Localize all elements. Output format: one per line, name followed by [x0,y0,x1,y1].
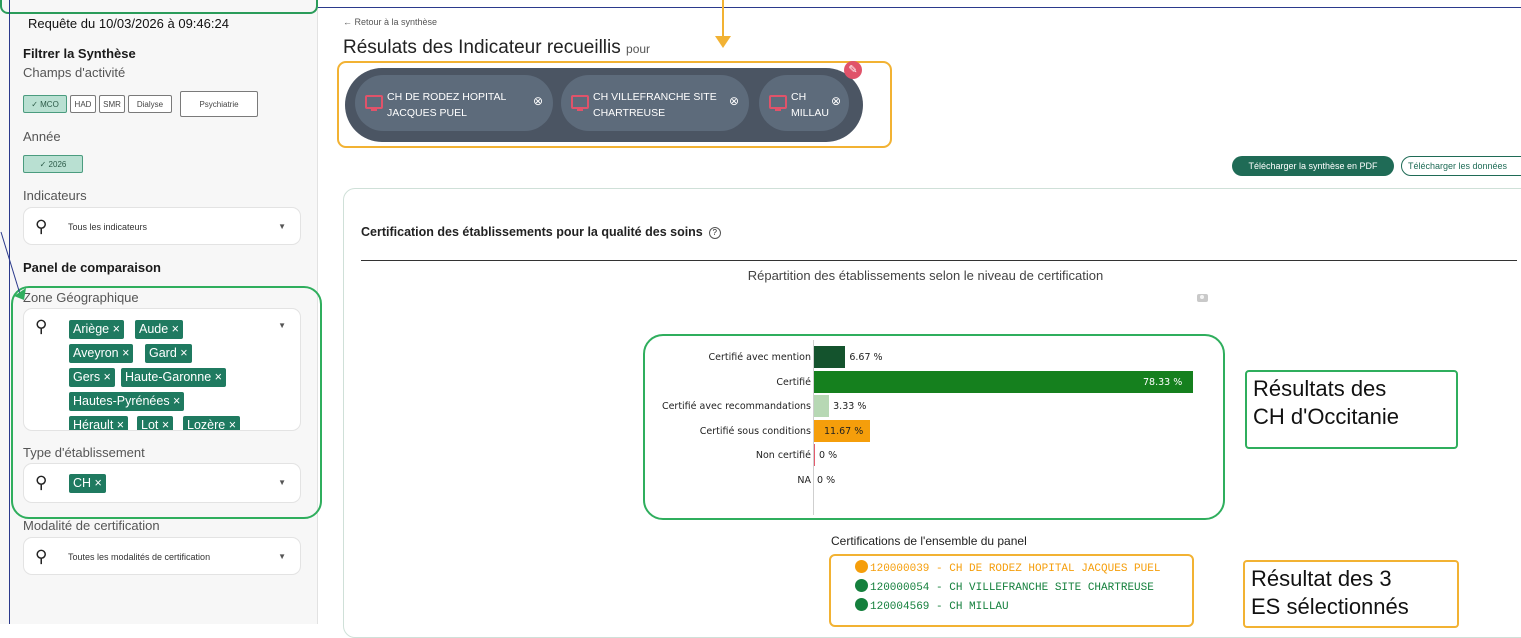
callout-text: Résultat des 3 [1251,566,1392,591]
establishment-name: CH MILLAU [791,91,829,119]
certification-modality-select[interactable]: ⚲ Toutes les modalités de certification … [23,537,301,575]
monitor-icon [365,95,383,111]
status-dot [855,598,868,611]
callout-text: Résultats des [1253,376,1387,401]
annotation-arrow-green [0,231,26,300]
panel-highlight-frame [11,286,322,519]
remove-icon[interactable]: ⊗ [831,94,841,108]
panel-legend-title: Certifications de l'ensemble du panel [831,534,1027,548]
callout-occitanie: Résultats des CH d'Occitanie [1245,370,1458,449]
status-dot [855,579,868,592]
panel-item: 120000054 - CH VILLEFRANCHE SITE CHARTRE… [855,579,1154,594]
chart-title: Répartition des établissements selon le … [747,268,1104,283]
annotation-arrow-orange [722,0,724,38]
back-to-synthesis-link[interactable]: ← Retour à la synthèse [343,17,437,27]
page-title-text: Résulats des Indicateur recueillis [343,37,621,58]
callout-text: CH d'Occitanie [1253,404,1400,429]
page-title-suffix: pour [626,42,651,56]
monitor-icon [571,95,589,111]
panel-item: 120000039 - CH DE RODEZ HOPITAL JACQUES … [855,560,1160,575]
download-pdf-button[interactable]: Télécharger la synthèse en PDF [1232,156,1394,176]
panel-item: 120004569 - CH MILLAU [855,598,1009,613]
establishment-chip-millau[interactable]: CH MILLAU ⊗ [759,75,849,131]
panel-item-text: 120000054 - CH VILLEFRANCHE SITE CHARTRE… [870,582,1154,594]
edit-icon[interactable]: ✎ [844,61,862,79]
panel-item-text: 120004569 - CH MILLAU [870,601,1009,613]
establishment-name: CH VILLEFRANCHE SITE CHARTREUSE [593,91,717,119]
panel-item-text: 120000039 - CH DE RODEZ HOPITAL JACQUES … [870,563,1161,575]
selected-establishments-bar: CH DE RODEZ HOPITAL JACQUES PUEL ⊗ CH VI… [345,68,863,142]
annotation-arrow-orange-head [715,36,731,48]
camera-icon[interactable] [1197,294,1208,302]
establishment-chip-villefranche[interactable]: CH VILLEFRANCHE SITE CHARTREUSE ⊗ [561,75,749,131]
status-dot [855,560,868,573]
section-title: Certification des établissements pour la… [361,225,721,239]
certification-modality-label: Modalité de certification [23,518,160,533]
divider [361,260,1517,261]
chart-highlight-frame [643,334,1225,520]
callout-selected: Résultat des 3 ES sélectionnés [1243,560,1459,628]
chevron-down-icon: ▼ [278,552,286,561]
window-frame-line [318,7,1521,8]
help-icon[interactable]: ? [708,227,721,239]
monitor-icon [769,95,787,111]
remove-icon[interactable]: ⊗ [533,94,543,108]
section-title-text: Certification des établissements pour la… [361,225,703,239]
certification-modality-placeholder: Toutes les modalités de certification [68,552,211,562]
download-data-button[interactable]: Télécharger les données [1401,156,1521,176]
establishment-name: CH DE RODEZ HOPITAL JACQUES PUEL [387,91,507,119]
callout-text: ES sélectionnés [1251,594,1409,619]
search-icon: ⚲ [35,547,48,566]
establishment-chip-rodez[interactable]: CH DE RODEZ HOPITAL JACQUES PUEL ⊗ [355,75,553,131]
remove-icon[interactable]: ⊗ [729,94,739,108]
page-title: Résulats des Indicateur recueillis pour [343,37,650,59]
